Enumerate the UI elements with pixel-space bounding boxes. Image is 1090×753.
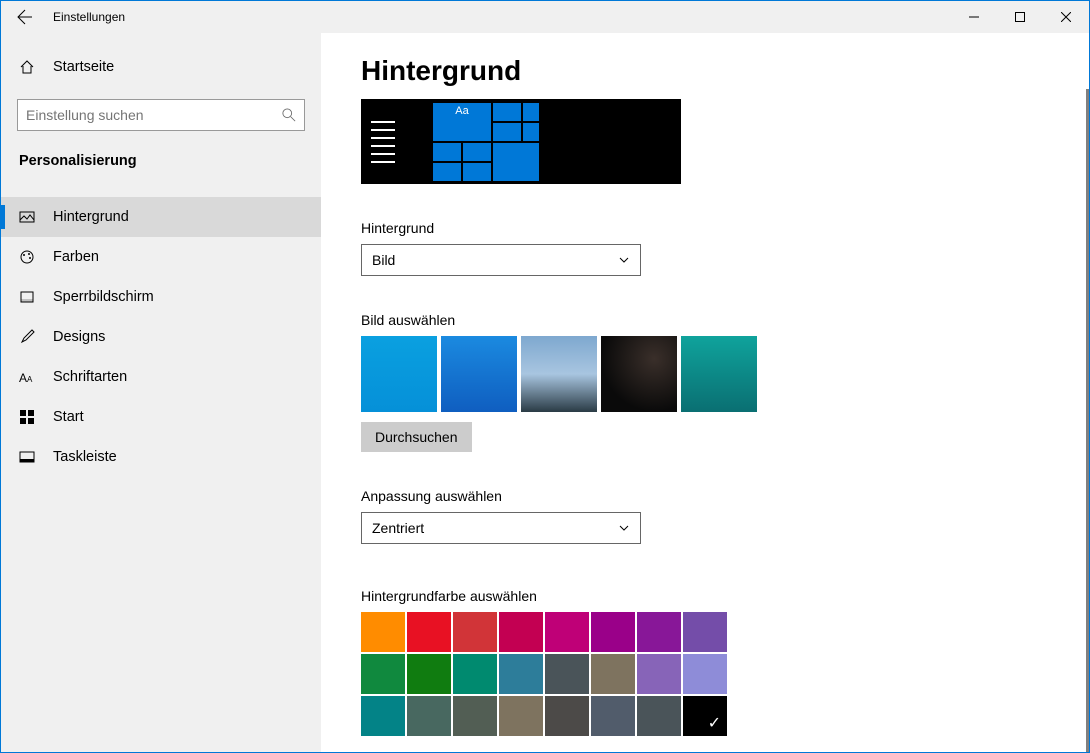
color-swatch[interactable] <box>361 612 405 652</box>
bg-color-label: Hintergrundfarbe auswählen <box>361 588 1089 604</box>
preview-tile-sample: Aa <box>433 103 491 141</box>
color-swatch[interactable] <box>591 612 635 652</box>
color-swatch[interactable] <box>499 612 543 652</box>
window-title: Einstellungen <box>53 10 125 24</box>
home-icon <box>19 59 35 75</box>
sidebar-item-start[interactable]: Start <box>1 397 321 437</box>
picture-thumbnail[interactable] <box>681 336 757 412</box>
color-swatch[interactable] <box>407 696 451 736</box>
close-icon <box>1061 12 1071 22</box>
color-grid <box>361 612 1089 736</box>
svg-text:A: A <box>19 371 27 385</box>
color-swatch[interactable] <box>407 654 451 694</box>
browse-button[interactable]: Durchsuchen <box>361 422 472 452</box>
sidebar-home[interactable]: Startseite <box>1 49 321 85</box>
sidebar-section-title: Personalisierung <box>1 131 321 179</box>
sidebar-item-taskbar[interactable]: Taskleiste <box>1 437 321 477</box>
picture-thumbnails <box>361 336 1089 412</box>
desktop-preview: Aa <box>361 99 681 184</box>
color-swatch[interactable] <box>683 654 727 694</box>
close-button[interactable] <box>1043 1 1089 33</box>
page-title: Hintergrund <box>361 55 1089 87</box>
fit-label: Anpassung auswählen <box>361 488 1089 504</box>
lockscreen-icon <box>19 289 35 305</box>
sidebar-item-label: Farben <box>53 249 99 265</box>
fit-dropdown[interactable]: Zentriert <box>361 512 641 544</box>
picture-thumbnail[interactable] <box>521 336 597 412</box>
color-swatch[interactable] <box>545 696 589 736</box>
maximize-icon <box>1015 12 1025 22</box>
color-swatch[interactable] <box>453 612 497 652</box>
color-swatch[interactable] <box>407 612 451 652</box>
sidebar-item-label: Hintergrund <box>53 209 129 225</box>
start-icon <box>19 409 35 425</box>
sidebar: Startseite Personalisierung Hintergrund … <box>1 33 321 752</box>
back-button[interactable] <box>1 1 49 33</box>
sidebar-item-label: Taskleiste <box>53 449 117 465</box>
dropdown-value: Zentriert <box>372 520 424 536</box>
sidebar-item-label: Sperrbildschirm <box>53 289 154 305</box>
preview-tiles: Aa <box>433 103 541 181</box>
sidebar-item-label: Designs <box>53 329 105 345</box>
scrollbar[interactable] <box>1086 89 1089 752</box>
color-swatch[interactable] <box>683 612 727 652</box>
sidebar-item-label: Schriftarten <box>53 369 127 385</box>
search-box[interactable] <box>17 99 305 131</box>
color-swatch[interactable] <box>453 696 497 736</box>
color-swatch[interactable] <box>499 654 543 694</box>
sidebar-home-label: Startseite <box>53 59 114 75</box>
color-swatch[interactable] <box>361 696 405 736</box>
sidebar-item-label: Start <box>53 409 84 425</box>
color-swatch[interactable] <box>545 654 589 694</box>
color-swatch[interactable] <box>683 696 727 736</box>
background-type-dropdown[interactable]: Bild <box>361 244 641 276</box>
search-icon <box>282 108 296 122</box>
sidebar-item-background[interactable]: Hintergrund <box>1 197 321 237</box>
sidebar-item-themes[interactable]: Designs <box>1 317 321 357</box>
sidebar-item-fonts[interactable]: AA Schriftarten <box>1 357 321 397</box>
color-swatch[interactable] <box>637 654 681 694</box>
sidebar-item-colors[interactable]: Farben <box>1 237 321 277</box>
chevron-down-icon <box>618 522 630 534</box>
color-swatch[interactable] <box>499 696 543 736</box>
palette-icon <box>19 249 35 265</box>
chevron-down-icon <box>618 254 630 266</box>
color-swatch[interactable] <box>591 696 635 736</box>
preview-lines <box>371 121 395 163</box>
color-swatch[interactable] <box>591 654 635 694</box>
svg-text:A: A <box>27 375 33 384</box>
color-swatch[interactable] <box>637 612 681 652</box>
color-swatch[interactable] <box>361 654 405 694</box>
dropdown-value: Bild <box>372 252 395 268</box>
window-controls <box>951 1 1089 33</box>
picture-thumbnail[interactable] <box>601 336 677 412</box>
brush-icon <box>19 329 35 345</box>
color-swatch[interactable] <box>637 696 681 736</box>
maximize-button[interactable] <box>997 1 1043 33</box>
picture-thumbnail[interactable] <box>441 336 517 412</box>
color-swatch[interactable] <box>545 612 589 652</box>
minimize-icon <box>969 12 979 22</box>
search-input[interactable] <box>26 107 282 123</box>
font-icon: AA <box>19 369 35 385</box>
taskbar-icon <box>19 449 35 465</box>
arrow-left-icon <box>17 9 33 25</box>
color-swatch[interactable] <box>453 654 497 694</box>
main-content: Hintergrund Aa Hintergrund Bild Bild aus… <box>321 33 1089 752</box>
choose-picture-label: Bild auswählen <box>361 312 1089 328</box>
titlebar: Einstellungen <box>1 1 1089 33</box>
sidebar-item-lockscreen[interactable]: Sperrbildschirm <box>1 277 321 317</box>
picture-icon <box>19 209 35 225</box>
background-type-label: Hintergrund <box>361 220 1089 236</box>
minimize-button[interactable] <box>951 1 997 33</box>
picture-thumbnail[interactable] <box>361 336 437 412</box>
